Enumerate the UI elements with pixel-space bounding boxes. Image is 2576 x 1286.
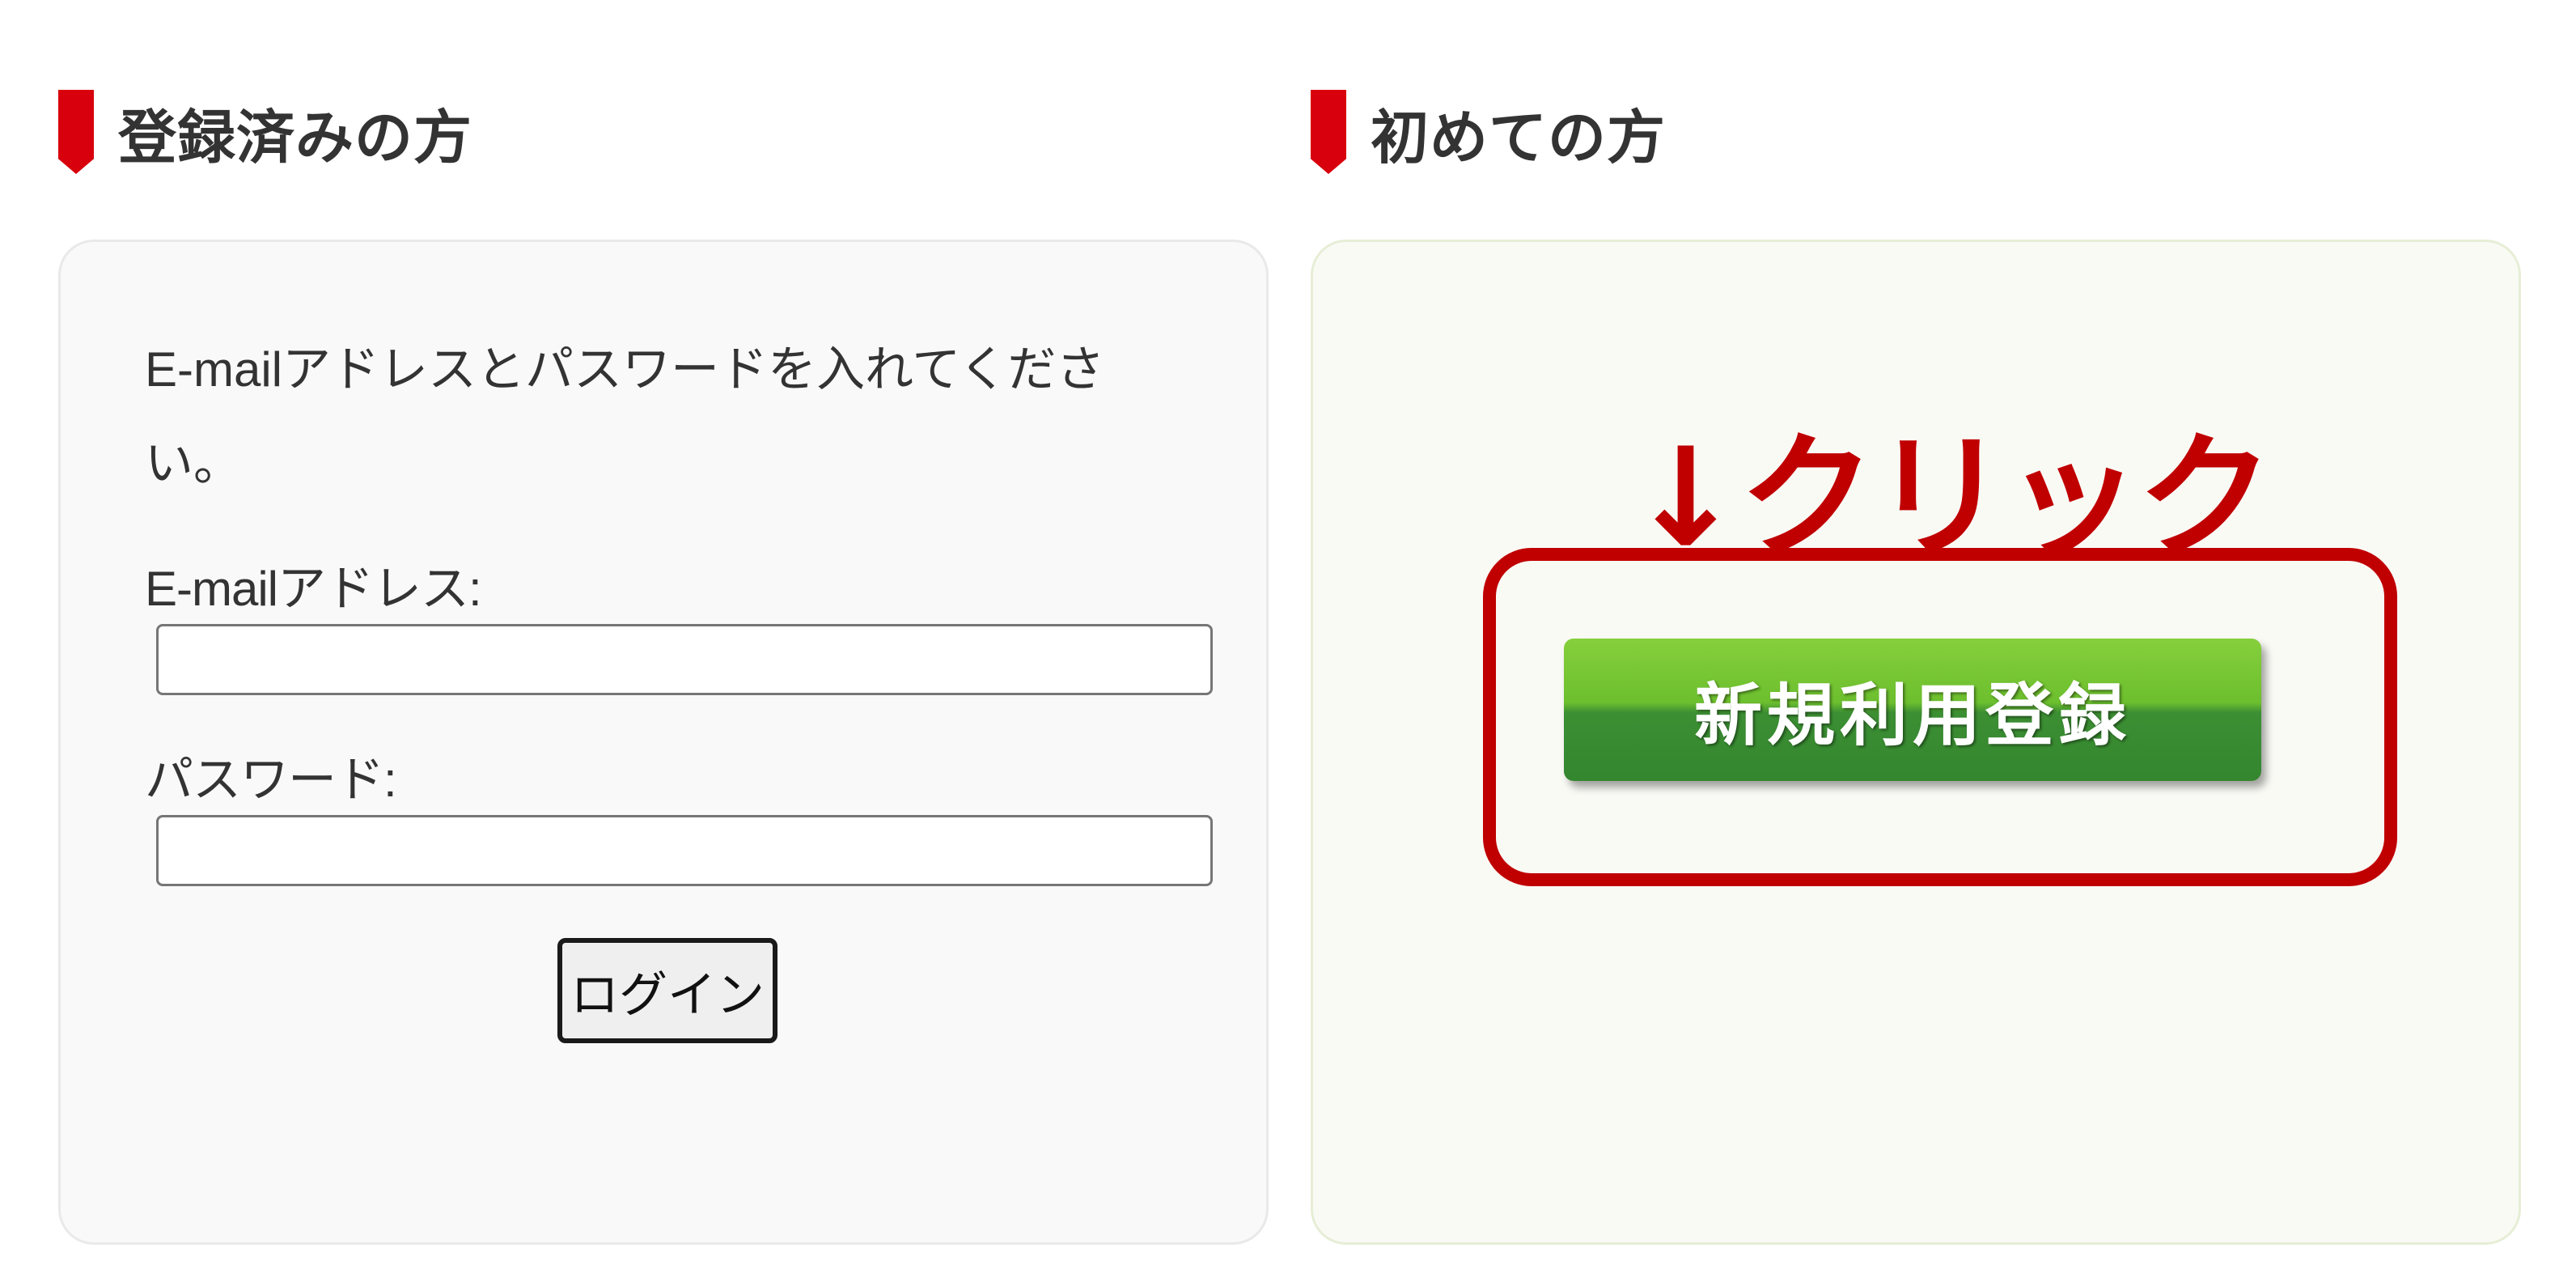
login-panel: E-mailアドレスとパスワードを入れてください。 E-mailアドレス: パス… (58, 240, 1269, 1245)
login-instructions: E-mailアドレスとパスワードを入れてください。 (145, 342, 1105, 490)
register-button[interactable]: 新規利用登録 (1564, 639, 2261, 781)
new-user-heading-text: 初めての方 (1371, 103, 1667, 172)
registered-heading-text: 登録済みの方 (118, 103, 473, 172)
heading-marker-icon (58, 90, 94, 174)
password-input[interactable] (156, 815, 1213, 886)
new-user-heading: 初めての方 (1311, 87, 1666, 176)
password-label: パスワード: (145, 753, 397, 807)
login-button[interactable]: ログイン (557, 938, 777, 1043)
email-input[interactable] (156, 624, 1213, 695)
register-panel: ↓クリック 新規利用登録 (1311, 240, 2521, 1245)
registered-heading: 登録済みの方 (58, 87, 472, 176)
email-label: E-mailアドレス: (145, 562, 482, 616)
heading-marker-icon (1311, 90, 1346, 174)
